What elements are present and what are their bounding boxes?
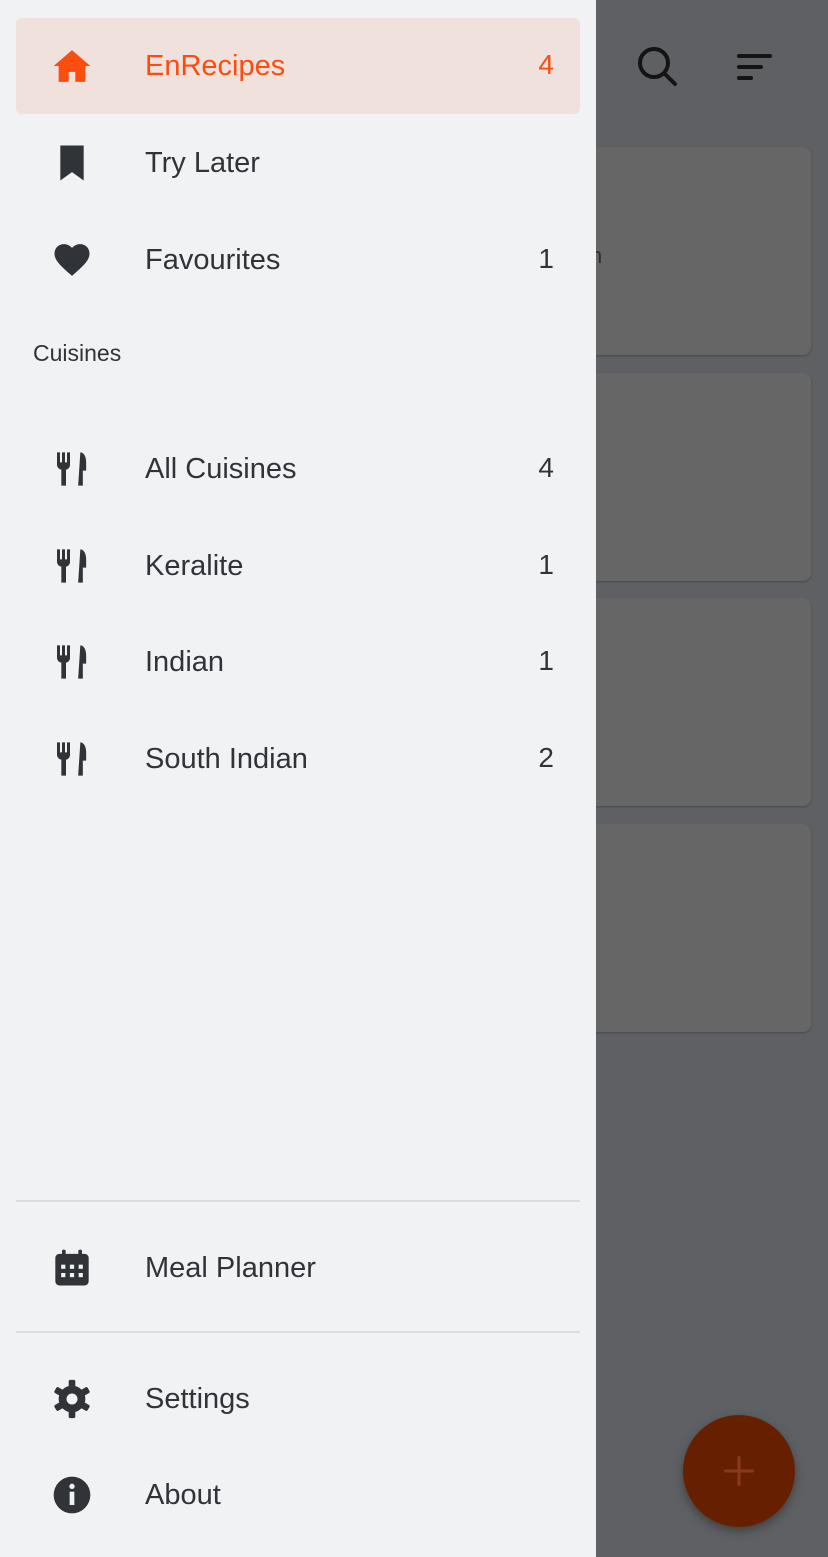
nav-item-label: All Cuisines <box>145 453 297 485</box>
cutlery-icon <box>52 546 92 586</box>
nav-item-label: Settings <box>145 1383 250 1415</box>
nav-item-enrecipes[interactable]: EnRecipes 4 <box>16 18 580 114</box>
heart-icon <box>52 240 92 280</box>
nav-item-label: Meal Planner <box>145 1252 316 1284</box>
recipe-card[interactable] <box>560 824 811 1032</box>
gear-icon <box>52 1379 92 1419</box>
nav-item-indian[interactable]: Indian 1 <box>16 614 580 710</box>
home-icon <box>52 46 92 86</box>
nav-item-label: Indian <box>145 646 225 678</box>
nav-item-label: South Indian <box>145 743 308 775</box>
bookmark-icon <box>52 143 92 183</box>
recipe-card[interactable] <box>560 373 811 581</box>
add-recipe-button[interactable] <box>683 1415 795 1527</box>
nav-item-label: About <box>145 1479 221 1511</box>
nav-item-settings[interactable]: Settings <box>16 1351 580 1447</box>
nav-item-label: Keralite <box>145 550 244 582</box>
nav-item-south-indian[interactable]: South Indian 2 <box>16 711 580 807</box>
nav-item-about[interactable]: About <box>16 1447 580 1543</box>
nav-item-label: Favourites <box>145 244 281 276</box>
nav-item-keralite[interactable]: Keralite 1 <box>16 518 580 614</box>
nav-item-count: 1 <box>538 549 554 580</box>
divider <box>16 1331 580 1333</box>
nav-item-label: EnRecipes <box>145 50 286 82</box>
divider <box>16 1200 580 1202</box>
section-title-cuisines: Cuisines <box>33 340 122 366</box>
search-icon[interactable] <box>636 45 678 92</box>
nav-item-meal-planner[interactable]: Meal Planner <box>16 1220 580 1316</box>
nav-item-all-cuisines[interactable]: All Cuisines 4 <box>16 421 580 517</box>
nav-item-favourites[interactable]: Favourites 1 <box>16 212 580 308</box>
navigation-drawer: EnRecipes 4 Try Later Favourites 1 Cuisi… <box>0 0 596 1557</box>
cutlery-icon <box>52 642 92 682</box>
nav-item-count: 4 <box>538 49 554 80</box>
cutlery-icon <box>52 739 92 779</box>
nav-item-count: 4 <box>538 452 554 483</box>
cutlery-icon <box>52 449 92 489</box>
sort-icon[interactable] <box>737 52 773 87</box>
nav-item-count: 1 <box>538 645 554 676</box>
info-icon <box>52 1475 92 1515</box>
calendar-icon <box>52 1248 92 1288</box>
nav-item-label: Try Later <box>145 147 260 179</box>
nav-item-try-later[interactable]: Try Later <box>16 115 580 211</box>
nav-item-count: 1 <box>538 243 554 274</box>
nav-item-count: 2 <box>538 742 554 773</box>
plus-icon <box>724 1456 754 1486</box>
recipe-card[interactable] <box>560 598 811 806</box>
